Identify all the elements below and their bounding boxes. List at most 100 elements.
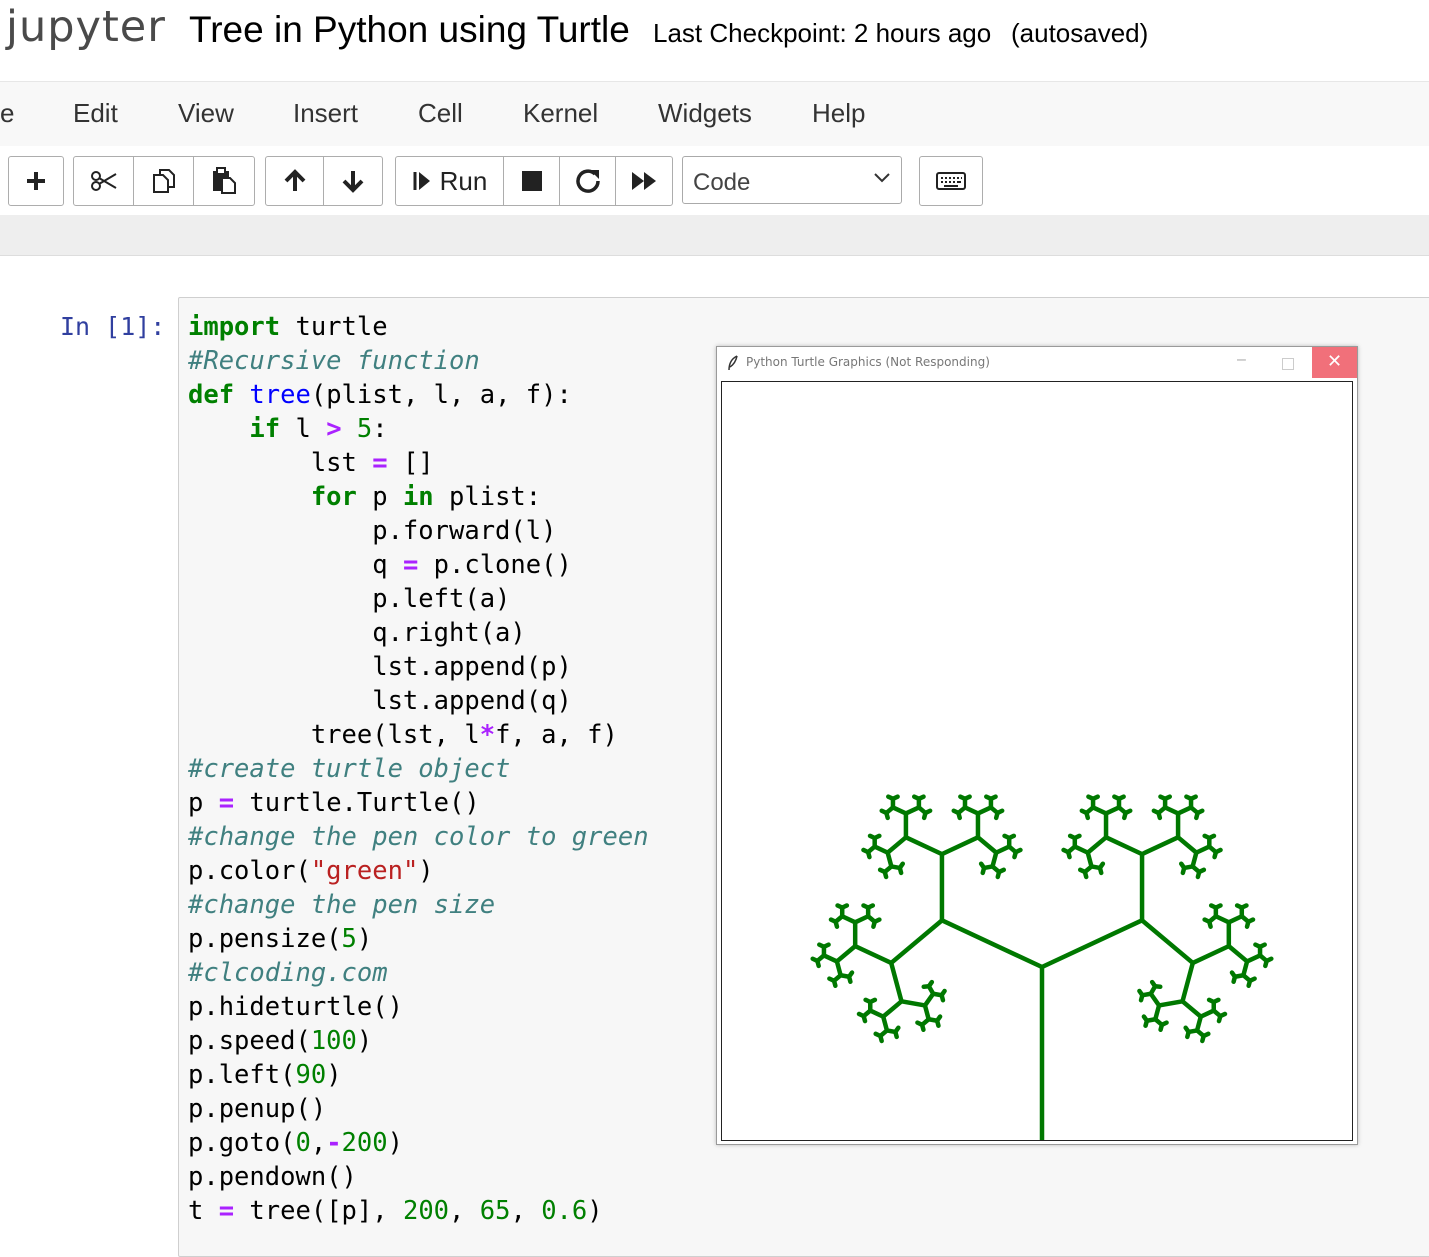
code-token [342, 414, 357, 444]
tree-branch [837, 946, 855, 961]
tree-branch [870, 1000, 875, 1002]
minimize-button[interactable]: – [1237, 351, 1246, 369]
menu-view[interactable]: View [178, 98, 234, 129]
tree-branch [1219, 1016, 1220, 1021]
tree-branch [924, 813, 925, 818]
tree-branch [888, 837, 906, 852]
code-line: p.hideturtle() [188, 990, 649, 1024]
edit-group [73, 156, 255, 206]
fractal-tree-drawing [722, 382, 1352, 1140]
scissors-icon [90, 170, 118, 192]
tree-branch [1229, 946, 1247, 961]
code-token: p.pendown() [188, 1162, 357, 1192]
tree-branch [1161, 1025, 1162, 1030]
move-down-button[interactable] [324, 157, 382, 205]
code-token: plist: [434, 482, 541, 512]
restart-button[interactable] [560, 157, 616, 205]
code-token: f, a, f) [495, 720, 618, 750]
code-token: 200 [342, 1128, 388, 1158]
code-token: 0 [295, 1128, 310, 1158]
close-button[interactable]: ✕ [1312, 347, 1357, 378]
cell-type-select[interactable]: Code [682, 156, 902, 204]
paste-button[interactable] [194, 157, 254, 205]
tree-branch [917, 1023, 922, 1025]
command-palette-button[interactable] [920, 157, 982, 205]
code-token: turtle.Turtle() [234, 788, 480, 818]
tree-branch [849, 977, 850, 982]
code-line: #change the pen color to green [188, 820, 649, 854]
insert-cell-button[interactable] [9, 157, 63, 205]
command-palette-group [919, 156, 983, 206]
restart-icon [575, 168, 601, 194]
run-group: Run [395, 156, 673, 206]
code-token: (plist, l, a, f): [311, 380, 572, 410]
tree-branch [1142, 837, 1178, 854]
tree-branch [1088, 837, 1106, 852]
code-line: if l > 5: [188, 412, 649, 446]
code-token: ) [326, 1060, 341, 1090]
window-titlebar[interactable]: Python Turtle Graphics (Not Responding) … [717, 347, 1357, 379]
cut-button[interactable] [74, 157, 134, 205]
menu-widgets[interactable]: Widgets [658, 98, 752, 129]
code-line: tree(lst, l*f, a, f) [188, 718, 649, 752]
code-line: #Recursive function [188, 344, 649, 378]
code-token: turtle [280, 312, 387, 342]
code-token: p [357, 482, 403, 512]
tree-branch [1216, 905, 1221, 907]
code-token: 5 [357, 414, 372, 444]
tree-branch [883, 1001, 901, 1016]
restart-run-all-button[interactable] [616, 157, 672, 205]
menu-cell[interactable]: Cell [418, 98, 463, 129]
maximize-button[interactable] [1282, 358, 1294, 370]
tree-branch [813, 959, 818, 961]
menu-insert[interactable]: Insert [293, 98, 358, 129]
tree-branch [996, 813, 997, 818]
code-token: 90 [295, 1060, 326, 1090]
code-token: t [188, 1196, 219, 1226]
menubar: e Edit View Insert Cell Kernel Widgets H… [0, 81, 1429, 147]
tree-branch [942, 837, 978, 854]
code-token [188, 482, 311, 512]
tree-branch [893, 797, 898, 799]
fast-forward-icon [630, 170, 658, 192]
run-button[interactable]: Run [396, 157, 504, 205]
menu-file[interactable]: e [0, 98, 14, 129]
tree-branch [937, 1021, 938, 1026]
code-token: = [403, 550, 418, 580]
code-token: if [249, 414, 280, 444]
code-line: q = p.clone() [188, 548, 649, 582]
code-token: tree(lst, l [188, 720, 480, 750]
notebook-title[interactable]: Tree in Python using Turtle [189, 9, 630, 51]
jupyter-logo[interactable]: jupyter [6, 2, 166, 52]
code-token: 0.6 [541, 1196, 587, 1226]
menu-edit[interactable]: Edit [73, 98, 118, 129]
tree-branch [1064, 850, 1069, 852]
tree-branch [1093, 797, 1098, 799]
turtle-canvas[interactable] [721, 381, 1353, 1141]
code-line: p.forward(l) [188, 514, 649, 548]
copy-button[interactable] [134, 157, 194, 205]
checkpoint-status: Last Checkpoint: 2 hours ago [653, 18, 991, 49]
tree-branch [1232, 973, 1235, 977]
code-editor[interactable]: import turtle#Recursive functiondef tree… [188, 310, 649, 1228]
menu-kernel[interactable]: Kernel [523, 98, 598, 129]
tree-branch [1142, 920, 1193, 963]
interrupt-button[interactable] [504, 157, 560, 205]
code-token: l [280, 414, 326, 444]
code-line: p.color("green") [188, 854, 649, 888]
code-line: p.speed(100) [188, 1024, 649, 1058]
tree-branch [1042, 920, 1142, 967]
code-token: * [480, 720, 495, 750]
tree-branch [1139, 991, 1142, 995]
tree-branch [1124, 813, 1125, 818]
tree-branch [906, 837, 942, 854]
tree-branch [891, 920, 942, 963]
menu-help[interactable]: Help [812, 98, 865, 129]
turtle-graphics-window[interactable]: Python Turtle Graphics (Not Responding) … [716, 346, 1358, 1145]
window-title: Python Turtle Graphics (Not Responding) [746, 355, 990, 369]
tree-branch [1215, 852, 1216, 857]
code-line: lst.append(q) [188, 684, 649, 718]
code-token: > [326, 414, 341, 444]
move-up-button[interactable] [266, 157, 324, 205]
tree-branch [981, 864, 984, 868]
